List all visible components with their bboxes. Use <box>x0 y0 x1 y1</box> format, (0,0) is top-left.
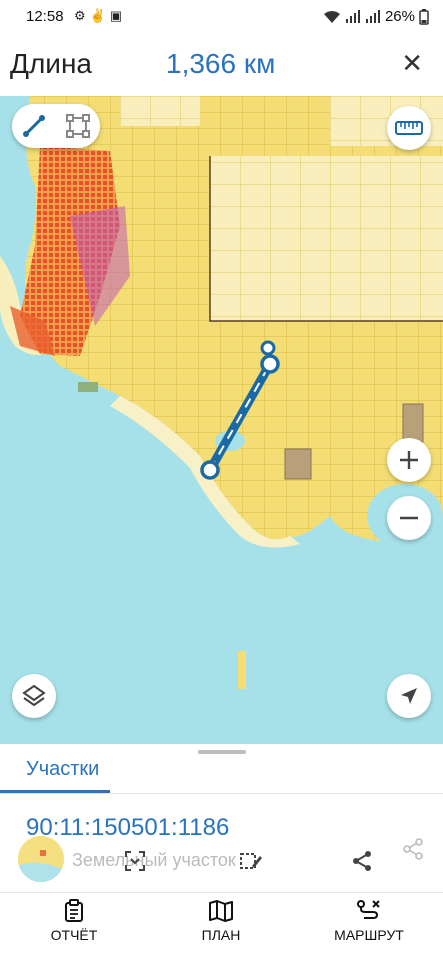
route-icon <box>357 900 380 919</box>
measured-distance: 1,366 км <box>166 48 276 79</box>
map-icon <box>209 900 233 922</box>
status-time: 12:58 <box>26 8 64 25</box>
sheet-drag-handle[interactable] <box>198 750 246 754</box>
measure-mode-toggle <box>12 104 100 148</box>
layers-icon[interactable] <box>12 674 56 718</box>
parcel-thumbnail[interactable] <box>18 836 64 882</box>
clipboard-icon <box>65 899 83 922</box>
zoom-out-icon[interactable] <box>387 496 431 540</box>
close-icon[interactable]: ✕ <box>401 48 423 79</box>
status-right: 26% <box>323 8 429 25</box>
map-canvas[interactable] <box>0 96 443 744</box>
zoom-in-icon[interactable] <box>387 438 431 482</box>
line-measure-icon[interactable] <box>14 106 54 146</box>
map-view[interactable] <box>0 96 443 744</box>
notification-icons: ⚙✌▣ <box>74 8 127 23</box>
area-measure-icon[interactable] <box>58 106 98 146</box>
parcels-sheet: Участки 90:11:150501:1186 Земельный учас… <box>0 744 443 892</box>
battery-icon <box>419 8 429 25</box>
parcel-subtitle: Земельный участок <box>72 850 236 870</box>
signal-icon <box>345 9 360 23</box>
nav-route-label: МАРШРУТ <box>334 927 404 943</box>
nav-report-label: ОТЧЁТ <box>50 927 98 943</box>
divider <box>0 793 443 794</box>
signal-icon-2 <box>365 9 380 23</box>
measure-point-start[interactable] <box>200 460 220 480</box>
share-icon[interactable] <box>345 844 379 878</box>
location-arrow-icon[interactable] <box>387 674 431 718</box>
nav-route[interactable]: МАРШРУТ <box>314 899 424 943</box>
status-bar: 12:58 ⚙✌▣ 26% <box>0 0 443 34</box>
scan-icon[interactable] <box>118 844 152 878</box>
nav-plan-label: ПЛАН <box>201 927 241 943</box>
measure-title: Длина <box>10 48 92 79</box>
tab-parcels[interactable]: Участки <box>26 758 99 781</box>
cadastral-number[interactable]: 90:11:150501:1186 <box>26 814 229 842</box>
measure-point-end[interactable] <box>260 340 276 356</box>
measure-point-mid[interactable] <box>260 354 280 374</box>
nav-plan[interactable]: ПЛАН <box>166 899 276 943</box>
measure-header: Длина 1,366 км ✕ <box>0 34 443 96</box>
wifi-icon <box>323 10 340 23</box>
share-icon-secondary[interactable] <box>396 832 430 866</box>
bottom-navigation: ОТЧЁТ ПЛАН МАРШРУТ <box>0 892 443 961</box>
nav-report[interactable]: ОТЧЁТ <box>19 899 129 943</box>
ruler-icon[interactable] <box>387 106 431 150</box>
battery-level: 26% <box>384 8 415 25</box>
edit-area-icon[interactable] <box>234 844 268 878</box>
